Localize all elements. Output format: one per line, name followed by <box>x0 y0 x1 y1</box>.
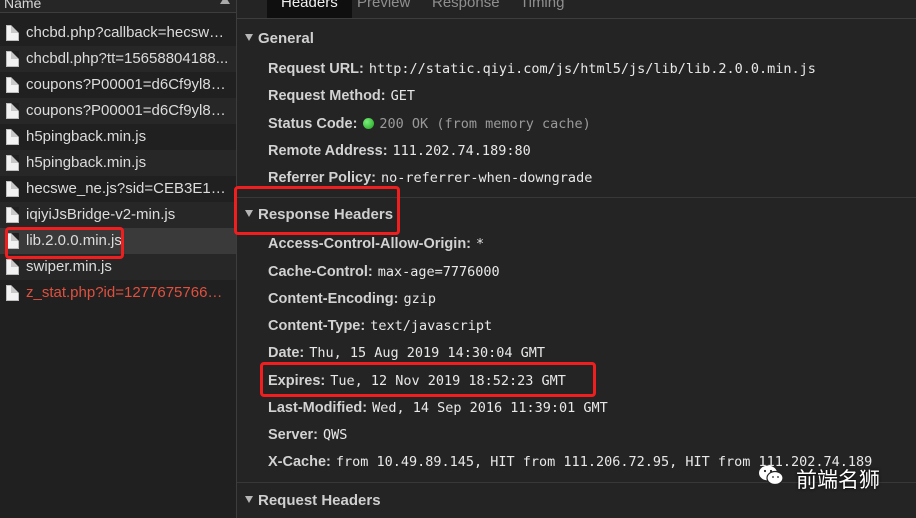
header-row: Content-Encoding: gzip <box>268 291 436 307</box>
header-row-request-url: Request URL: http://static.qiyi.com/js/ht… <box>268 61 816 77</box>
header-value: http://static.qiyi.com/js/html5/js/lib/l… <box>368 61 816 77</box>
general-section-toggle[interactable]: General <box>245 30 314 47</box>
request-list-panel: Name chcbd.php?callback=hecswe_ne_wx&ti.… <box>0 0 237 518</box>
header-key: Referrer Policy: <box>268 170 376 186</box>
wechat-icon <box>759 465 784 486</box>
header-value: no-referrer-when-downgrade <box>381 170 593 186</box>
request-row[interactable]: iqiyiJsBridge-v2-min.js <box>0 202 236 228</box>
request-row[interactable]: coupons?P00001=d6Cf9yl8gm6m2... <box>0 72 236 98</box>
request-row[interactable]: h5pingback.min.js <box>0 150 236 176</box>
sort-ascending-icon[interactable] <box>220 0 230 4</box>
name-column-header[interactable]: Name <box>0 0 236 13</box>
request-name: coupons?P00001=d6Cf9yl8gm6m2... <box>26 102 230 119</box>
header-value: 111.202.74.189:80 <box>392 143 531 159</box>
file-icon <box>6 129 19 145</box>
header-key: Access-Control-Allow-Origin: <box>268 236 472 252</box>
file-icon <box>6 77 19 93</box>
header-value: Wed, 14 Sep 2016 11:39:01 GMT <box>372 400 608 416</box>
header-key: Request URL: <box>268 61 364 77</box>
request-headers-section-toggle[interactable]: Request Headers <box>245 492 381 509</box>
file-icon <box>6 285 19 301</box>
request-headers-section-title: Request Headers <box>258 492 381 509</box>
status-ok-dot-icon <box>363 118 375 129</box>
request-detail-panel: Headers Preview Response Timing General … <box>234 0 916 518</box>
watermark-text: 前端名狮 <box>796 469 880 492</box>
request-name: hecswe_ne.js?sid=CEB3E121E3... <box>26 180 230 197</box>
request-row[interactable]: chcbdl.php?tt=15658804188... <box>0 46 236 72</box>
header-value: gzip <box>403 291 436 307</box>
header-key: Remote Address: <box>268 143 388 159</box>
file-icon <box>6 181 19 197</box>
request-name: h5pingback.min.js <box>26 154 147 171</box>
request-name: h5pingback.min.js <box>26 128 147 145</box>
header-row: Content-Type: text/javascript <box>268 318 492 334</box>
header-key: Server: <box>268 427 318 443</box>
file-icon <box>6 155 19 171</box>
file-icon <box>6 259 19 275</box>
header-row-referrer-policy: Referrer Policy: no-referrer-when-downgra… <box>268 170 592 186</box>
header-value: text/javascript <box>370 318 493 334</box>
header-key: Content-Type: <box>268 318 366 334</box>
header-value: 200 OK (from memory cache) <box>379 116 591 132</box>
request-list: chcbd.php?callback=hecswe_ne_wx&ti... ch… <box>0 20 236 306</box>
request-name: chcbdl.php?tt=15658804188... <box>26 50 229 67</box>
header-row-request-method: Request Method: GET <box>268 88 415 104</box>
header-value: * <box>476 236 485 252</box>
annotation-box-selected-request <box>5 227 124 259</box>
header-row: Access-Control-Allow-Origin: * <box>268 236 484 252</box>
request-row[interactable]: chcbd.php?callback=hecswe_ne_wx&ti... <box>0 20 236 46</box>
general-section-title: General <box>258 30 314 47</box>
request-row[interactable]: hecswe_ne.js?sid=CEB3E121E3... <box>0 176 236 202</box>
header-key: Cache-Control: <box>268 264 373 280</box>
tab-timing[interactable]: Timing <box>520 0 564 18</box>
header-value: Thu, 15 Aug 2019 14:30:04 GMT <box>309 345 545 361</box>
file-icon <box>6 207 19 223</box>
header-value: QWS <box>322 427 348 443</box>
annotation-box-expires <box>260 362 596 397</box>
header-key: Status Code: <box>268 116 358 132</box>
request-name: iqiyiJsBridge-v2-min.js <box>26 206 176 223</box>
tab-preview[interactable]: Preview <box>357 0 410 18</box>
header-row: Date: Thu, 15 Aug 2019 14:30:04 GMT <box>268 345 545 361</box>
request-row[interactable]: coupons?P00001=d6Cf9yl8gm6m2... <box>0 98 236 124</box>
tab-headers[interactable]: Headers <box>267 0 352 18</box>
header-key: Request Method: <box>268 88 386 104</box>
header-row-status-code: Status Code: 200 OK (from memory cache) <box>268 116 591 132</box>
header-value: max-age=7776000 <box>377 264 500 280</box>
request-name: coupons?P00001=d6Cf9yl8gm6m2... <box>26 76 230 93</box>
annotation-box-response-headers <box>234 186 400 235</box>
header-row: Last-Modified: Wed, 14 Sep 2016 11:39:01 … <box>268 400 608 416</box>
detail-tabs: Headers Preview Response Timing <box>237 0 916 19</box>
file-icon <box>6 51 19 67</box>
header-row: Cache-Control: max-age=7776000 <box>268 264 500 280</box>
request-name: chcbd.php?callback=hecswe_ne_wx&ti... <box>26 24 230 41</box>
file-icon <box>6 25 19 41</box>
request-row[interactable]: h5pingback.min.js <box>0 124 236 150</box>
file-icon <box>6 103 19 119</box>
header-value: GET <box>390 88 415 104</box>
header-key: Date: <box>268 345 305 361</box>
expand-triangle-icon <box>245 34 253 41</box>
request-row-error[interactable]: z_stat.php?id=1277675766&r... <box>0 280 236 306</box>
header-key: Last-Modified: <box>268 400 368 416</box>
header-key: Content-Encoding: <box>268 291 399 307</box>
expand-triangle-icon <box>245 496 253 503</box>
header-key: X-Cache: <box>268 454 331 470</box>
tab-response[interactable]: Response <box>432 0 500 18</box>
name-column-label: Name <box>4 0 42 11</box>
header-row: Server: QWS <box>268 427 347 443</box>
request-name: z_stat.php?id=1277675766&r... <box>26 284 230 301</box>
watermark: 前端名狮 <box>758 458 908 494</box>
header-row-remote-address: Remote Address: 111.202.74.189:80 <box>268 143 531 159</box>
